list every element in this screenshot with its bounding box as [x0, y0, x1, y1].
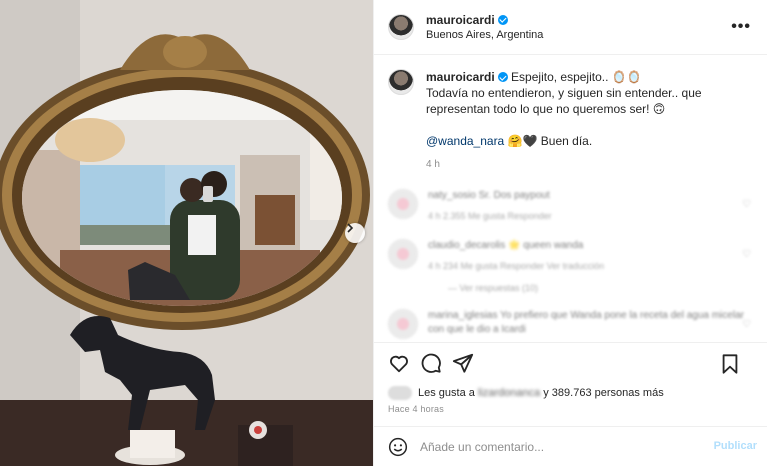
comment-meta[interactable]: 4 h 234 Me gusta Responder Ver traducció…: [428, 259, 748, 273]
likes-summary[interactable]: Les gusta a lizardonanca y 389.763 perso…: [388, 386, 664, 400]
instagram-post-view: mauroicardi Buenos Aires, Argentina ••• …: [0, 0, 767, 466]
comment-input[interactable]: [420, 439, 700, 454]
avatar[interactable]: [388, 239, 418, 269]
like-comment-heart-icon[interactable]: ♡: [742, 249, 751, 260]
avatar[interactable]: [388, 189, 418, 219]
caption-mention-tail: 🤗🖤 Buen día.: [507, 134, 593, 148]
avatar[interactable]: [388, 69, 414, 95]
post-caption: mauroicardi Espejito, espejito.. 🪞🪞 Toda…: [388, 69, 753, 173]
comments-section[interactable]: mauroicardi Espejito, espejito.. 🪞🪞 Toda…: [374, 56, 767, 342]
more-options-icon[interactable]: •••: [731, 18, 751, 36]
share-icon[interactable]: [452, 352, 474, 374]
caption-mention-link[interactable]: @wanda_nara: [426, 134, 504, 148]
post-author-username[interactable]: mauroicardi: [426, 13, 495, 27]
comment-text: Sr. Dos paypout: [478, 190, 550, 201]
comment-item: marina_iglesias Yo prefiero que Wanda po…: [388, 309, 753, 339]
comment-icon[interactable]: [420, 352, 442, 374]
comment-item: claudio_decarolis 🌟 queen wanda 4 h 234 …: [388, 239, 753, 273]
comment-username[interactable]: claudio_decarolis: [428, 240, 505, 251]
avatar[interactable]: [388, 309, 418, 339]
next-photo-button[interactable]: [345, 223, 365, 243]
mirror-selfie-image: [0, 0, 373, 466]
verified-badge-icon: [497, 72, 508, 82]
publish-button[interactable]: Publicar: [714, 440, 757, 452]
likes-prefix: Les gusta a: [418, 387, 475, 399]
post-location[interactable]: Buenos Aires, Argentina: [426, 28, 543, 43]
heart-icon[interactable]: [388, 352, 410, 374]
avatar[interactable]: [388, 14, 414, 40]
post-action-bar: [374, 342, 767, 382]
caption-line-2: Todavía no entendieron, y siguen sin ent…: [426, 86, 702, 116]
comment-meta[interactable]: 4 h 2.355 Me gusta Responder: [428, 209, 748, 223]
likes-suffix[interactable]: y 389.763 personas más: [543, 387, 663, 399]
like-comment-heart-icon[interactable]: ♡: [742, 199, 751, 210]
post-details-panel: mauroicardi Buenos Aires, Argentina ••• …: [373, 0, 767, 466]
chevron-right-icon: [347, 223, 354, 233]
caption-time[interactable]: 4 h: [426, 157, 753, 173]
liker-avatar: [388, 386, 412, 400]
post-timestamp: Hace 4 horas: [388, 404, 444, 414]
verified-badge-icon: [497, 14, 508, 25]
comment-item: naty_sosio Sr. Dos paypout 4 h 2.355 Me …: [388, 189, 753, 223]
likes-user[interactable]: lizardonanca: [478, 387, 540, 399]
post-header: mauroicardi Buenos Aires, Argentina •••: [374, 0, 767, 55]
add-comment-bar: Publicar: [374, 426, 767, 466]
comment-username[interactable]: naty_sosio: [428, 190, 476, 201]
caption-username[interactable]: mauroicardi: [426, 70, 495, 84]
emoji-icon[interactable]: [388, 437, 408, 457]
caption-line-1: Espejito, espejito.. 🪞🪞: [511, 70, 642, 84]
comment-username[interactable]: marina_iglesias: [428, 310, 497, 321]
post-photo[interactable]: [0, 0, 373, 466]
comment-text: 🌟 queen wanda: [508, 240, 584, 251]
like-comment-heart-icon[interactable]: ♡: [742, 319, 751, 330]
view-replies-link[interactable]: — Ver respuestas (10): [448, 283, 753, 293]
bookmark-icon[interactable]: [719, 353, 741, 375]
